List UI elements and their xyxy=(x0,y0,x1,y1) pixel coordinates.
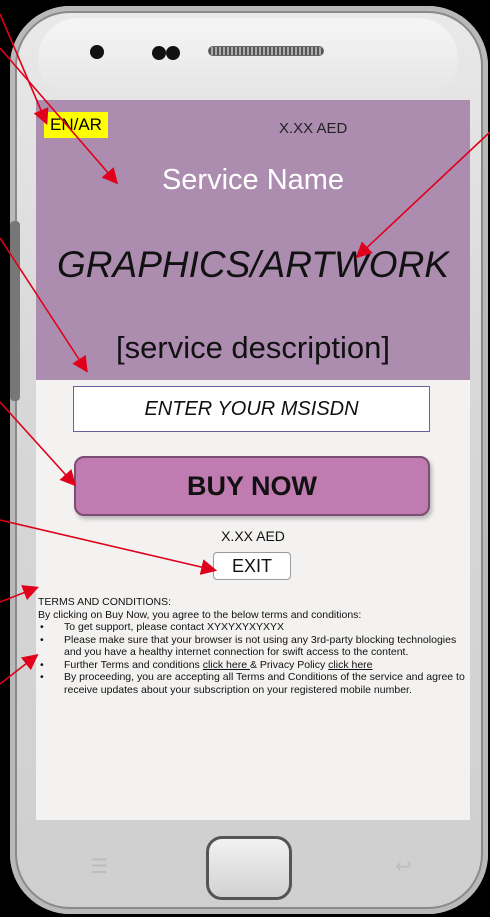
phone-shine xyxy=(38,18,458,98)
exit-button[interactable]: EXIT xyxy=(213,552,291,580)
terms-link[interactable]: click here xyxy=(203,659,250,671)
speaker-grille xyxy=(208,46,324,56)
terms-item-browser: Please make sure that your browser is no… xyxy=(40,634,468,659)
msisdn-input[interactable] xyxy=(73,386,430,432)
service-name: Service Name xyxy=(161,164,345,196)
back-arrow-icon[interactable]: ↩ xyxy=(395,854,412,879)
terms-links-prefix: Further Terms and conditions xyxy=(64,658,203,671)
terms-list: To get support, please contact XYXYXYXYX… xyxy=(38,621,468,696)
sensor-icon xyxy=(166,46,180,60)
terms-links-mid: & Privacy Policy xyxy=(249,658,329,671)
terms-section: TERMS AND CONDITIONS: By clicking on Buy… xyxy=(38,596,468,696)
price-top: X.XX AED xyxy=(279,120,348,137)
terms-intro: By clicking on Buy Now, you agree to the… xyxy=(38,608,362,621)
front-camera-icon xyxy=(90,45,104,59)
terms-heading: TERMS AND CONDITIONS: xyxy=(38,596,172,608)
terms-item-links: Further Terms and conditions click here … xyxy=(40,658,468,672)
terms-item-support: To get support, please contact XYXYXYXYX… xyxy=(40,621,468,634)
buy-now-button[interactable]: BUY NOW xyxy=(74,456,430,516)
service-description: [service description] xyxy=(116,330,390,365)
service-banner: EN/AR X.XX AED Service Name GRAPHICS/ART… xyxy=(36,100,470,380)
privacy-link[interactable]: click here xyxy=(328,659,372,671)
menu-icon[interactable]: ☰ xyxy=(90,854,108,879)
phone-screen: EN/AR X.XX AED Service Name GRAPHICS/ART… xyxy=(36,100,470,820)
side-volume-button xyxy=(10,221,20,401)
terms-item-consent: By proceeding, you are accepting all Ter… xyxy=(40,671,468,696)
graphics-artwork: GRAPHICS/ARTWORK xyxy=(57,244,449,285)
sensor-icon xyxy=(152,46,166,60)
price-bottom: X.XX AED xyxy=(221,528,285,544)
home-button[interactable] xyxy=(206,836,292,900)
language-toggle[interactable]: EN/AR xyxy=(44,112,108,138)
